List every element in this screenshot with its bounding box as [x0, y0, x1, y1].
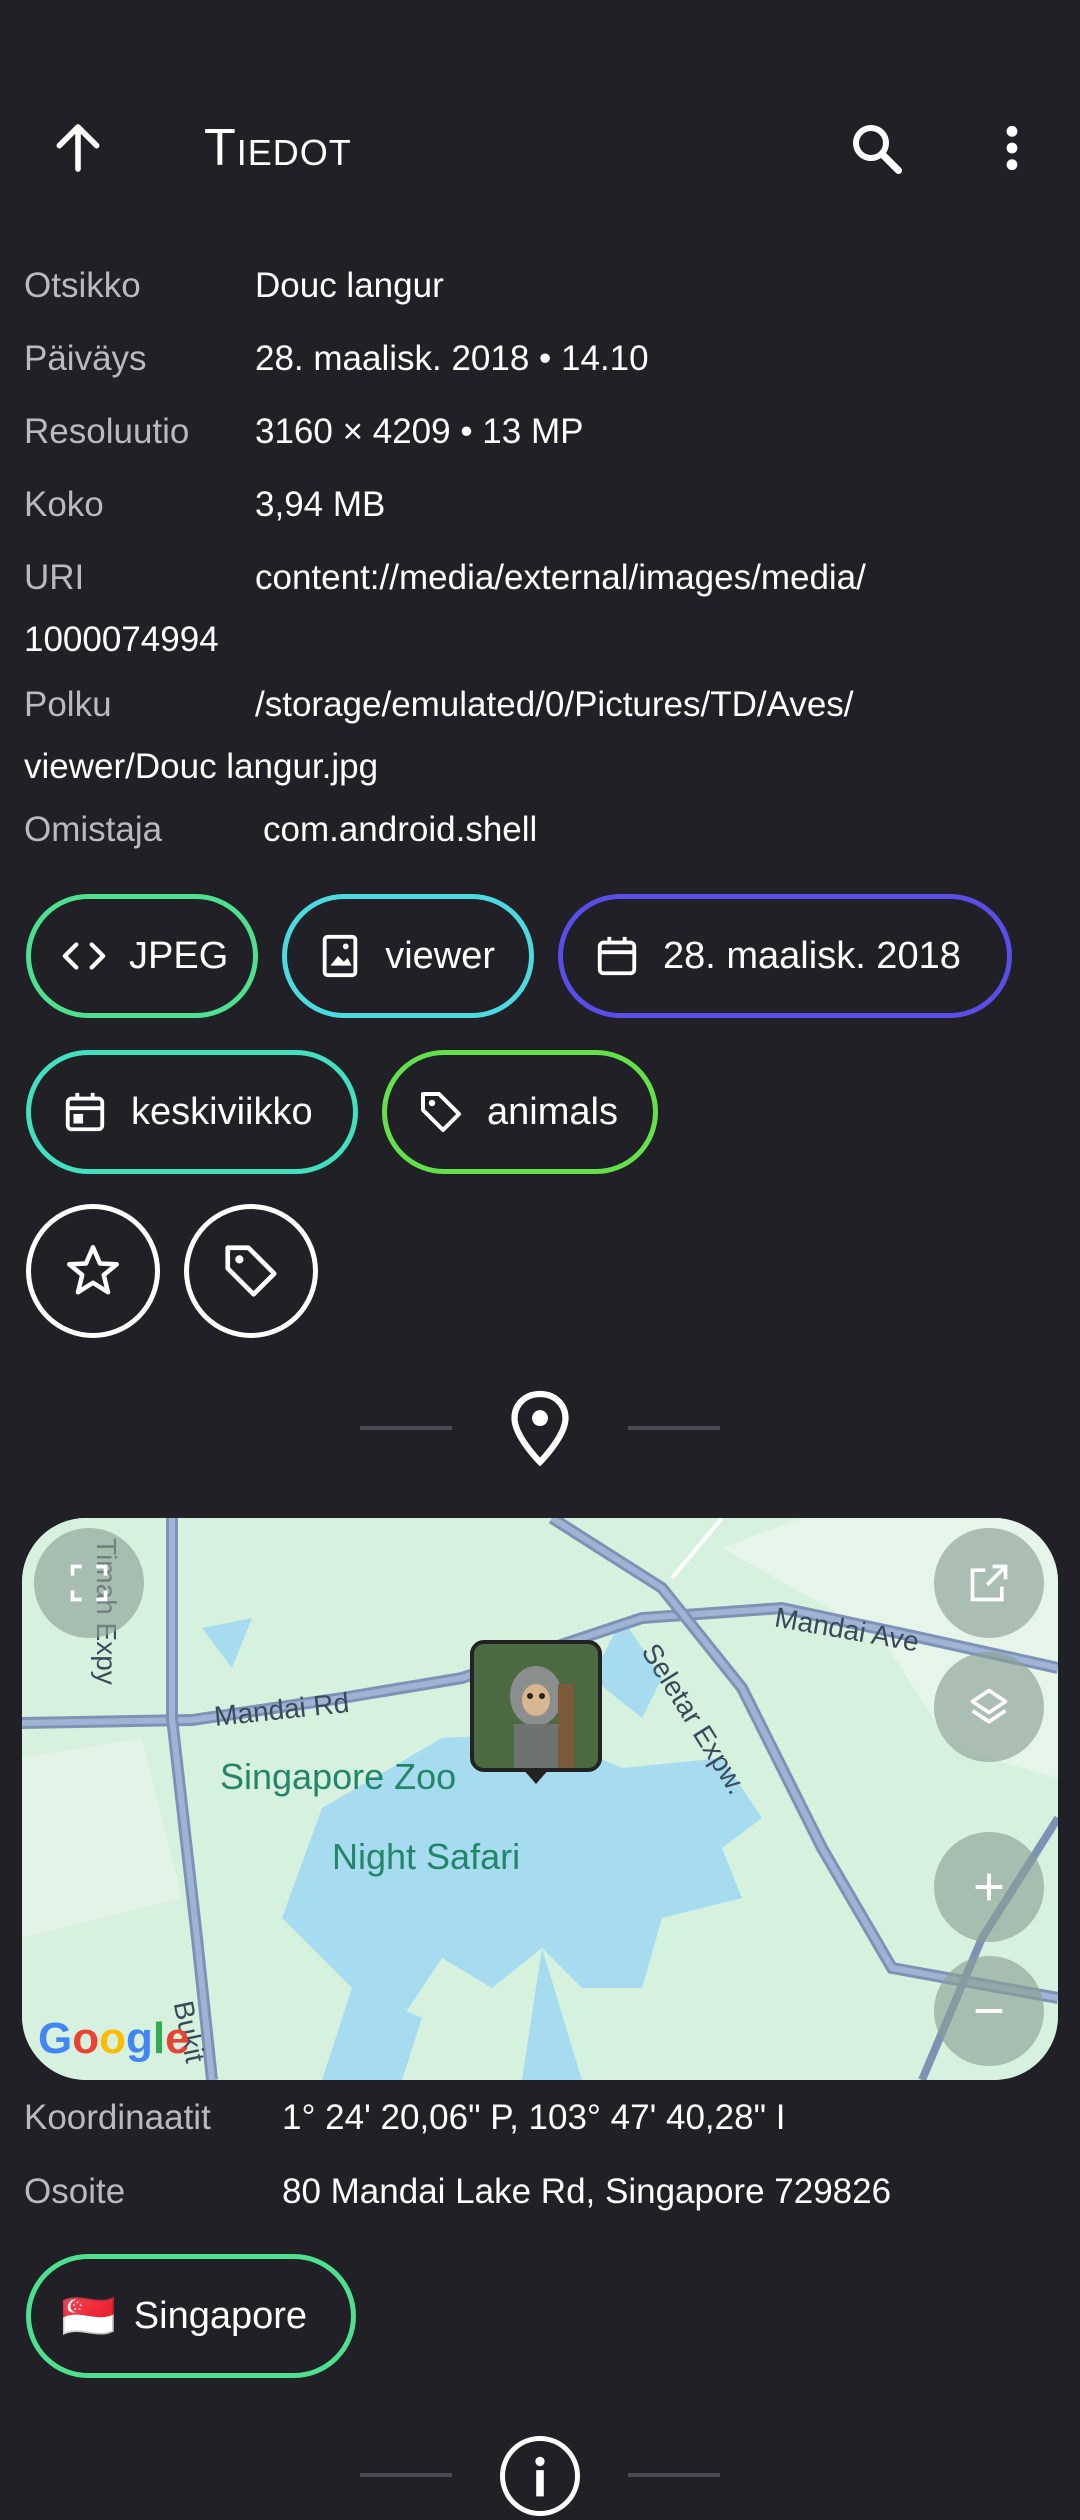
map-background: [22, 1518, 1058, 2080]
photo-marker[interactable]: [470, 1640, 610, 1788]
owner-label: Omistaja: [24, 810, 163, 849]
path-label: Polku: [24, 685, 112, 724]
chip-country-label: Singapore: [133, 2294, 308, 2337]
open-external-icon: [970, 1564, 1008, 1602]
chip-weekday[interactable]: keskiviikko: [26, 1050, 358, 1174]
map-layers-button[interactable]: [934, 1652, 1044, 1762]
google-logo: Google: [38, 2014, 190, 2063]
address-label: Osoite: [24, 2172, 126, 2211]
open-map-button[interactable]: [934, 1528, 1044, 1638]
date-value: 28. maalisk. 2018 • 14.10: [255, 339, 649, 378]
chip-album-label: viewer: [385, 934, 495, 977]
calendar-icon: [593, 932, 641, 980]
tag-outline-icon: [225, 1245, 277, 1297]
map-label-safari: Night Safari: [332, 1836, 521, 1877]
chip-format[interactable]: JPEG: [26, 894, 258, 1018]
coords-value: 1° 24' 20,06" P, 103° 47' 40,28" I: [282, 2098, 786, 2137]
tag-icon: [417, 1088, 465, 1136]
size-label: Koko: [24, 485, 104, 524]
fullscreen-button[interactable]: [34, 1528, 144, 1638]
add-tag-button[interactable]: [184, 1204, 318, 1338]
divider-right-info: [628, 2473, 720, 2477]
search-icon: [853, 125, 902, 174]
chip-date-label: 28. maalisk. 2018: [663, 934, 961, 977]
search-button[interactable]: [826, 98, 926, 198]
title-label: Otsikko: [24, 266, 141, 305]
title-value: Douc langur: [255, 266, 444, 305]
plus-icon: [975, 1873, 1003, 1901]
chip-album[interactable]: viewer: [282, 894, 534, 1018]
chip-country[interactable]: 🇸🇬 Singapore: [26, 2254, 356, 2378]
size-value: 3,94 MB: [255, 485, 386, 524]
location-pin-icon: [506, 1388, 574, 1473]
zoom-out-button[interactable]: [934, 1956, 1044, 2066]
photo-album-icon: [317, 932, 363, 980]
resolution-value: 3160 × 4209 • 13 MP: [255, 412, 584, 451]
coords-label: Koordinaatit: [24, 2098, 211, 2137]
divider-right: [628, 1426, 720, 1430]
calendar-day-icon: [61, 1088, 109, 1136]
divider-left: [360, 1426, 452, 1430]
flag-icon: 🇸🇬: [61, 2292, 116, 2341]
divider-left-info: [360, 2473, 452, 2477]
layers-icon: [970, 1688, 1008, 1724]
minus-icon: [975, 2009, 1003, 2013]
uri-value-cont: 1000074994: [24, 620, 219, 659]
chip-format-label: JPEG: [129, 934, 229, 977]
back-button[interactable]: [28, 98, 128, 198]
more-options-button[interactable]: [962, 98, 1062, 198]
arrow-up-icon: [56, 124, 100, 172]
chip-tag-label: animals: [487, 1090, 618, 1133]
path-value: /storage/emulated/0/Pictures/TD/Aves/: [255, 685, 854, 724]
uri-value: content://media/external/images/media/: [255, 558, 866, 597]
chip-date[interactable]: 28. maalisk. 2018: [558, 894, 1012, 1018]
code-icon: [61, 932, 107, 980]
owner-value: com.android.shell: [263, 810, 538, 849]
chip-weekday-label: keskiviikko: [131, 1090, 313, 1133]
address-value: 80 Mandai Lake Rd, Singapore 729826: [282, 2172, 892, 2211]
zoom-in-button[interactable]: [934, 1832, 1044, 1942]
more-vert-icon: [1006, 125, 1018, 171]
fullscreen-icon: [70, 1564, 108, 1602]
chip-tag[interactable]: animals: [382, 1050, 658, 1174]
info-circle-icon: [500, 2436, 580, 2516]
uri-label: URI: [24, 558, 85, 597]
resolution-label: Resoluutio: [24, 412, 190, 451]
star-outline-icon: [67, 1245, 119, 1295]
map-view[interactable]: Timah Expy Mandai Rd Mandai Ave Seletar …: [22, 1518, 1058, 2080]
map-label-zoo: Singapore Zoo: [220, 1756, 457, 1797]
favorite-button[interactable]: [26, 1204, 160, 1338]
date-label: Päiväys: [24, 339, 147, 378]
path-value-cont: viewer/Douc langur.jpg: [24, 747, 379, 786]
page-title: Tiedot: [204, 119, 352, 177]
monkey-thumbnail-icon: [474, 1644, 598, 1768]
